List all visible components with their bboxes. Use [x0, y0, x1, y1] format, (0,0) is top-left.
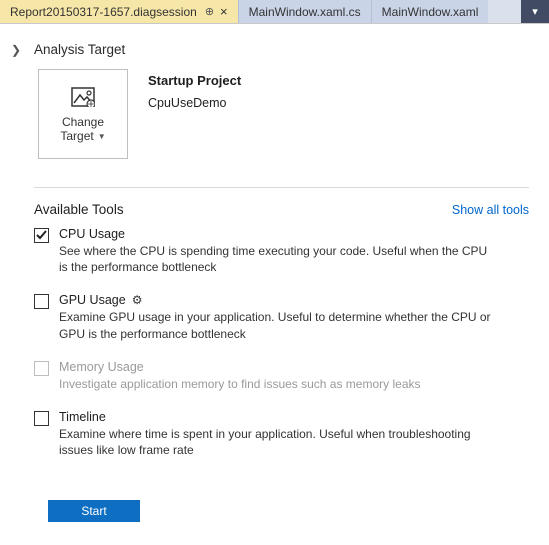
tool-desc: See where the CPU is spending time execu… [59, 243, 499, 275]
divider [34, 187, 529, 188]
tab-label: Report20150317-1657.diagsession [10, 5, 197, 19]
tool-row-memory-usage: Memory Usage Investigate application memo… [34, 360, 529, 392]
tool-desc: Investigate application memory to find i… [59, 376, 499, 392]
tab-diagsession[interactable]: Report20150317-1657.diagsession ⊕ × [0, 0, 238, 23]
section-title-available-tools: Available Tools [34, 202, 452, 217]
start-button[interactable]: Start [48, 500, 140, 522]
change-target-button[interactable]: Change Target ▼ [38, 69, 128, 159]
close-icon[interactable]: × [220, 4, 228, 19]
target-heading: Startup Project [148, 73, 241, 88]
tool-name: Timeline [59, 410, 106, 424]
tool-row-cpu-usage: CPU Usage See where the CPU is spending t… [34, 227, 529, 275]
tool-desc: Examine where time is spent in your appl… [59, 426, 499, 458]
pin-icon[interactable]: ⊕ [205, 5, 214, 18]
tool-checkbox-gpu-usage[interactable] [34, 294, 49, 309]
tool-desc: Examine GPU usage in your application. U… [59, 309, 499, 341]
tool-name: Memory Usage [59, 360, 144, 374]
tool-checkbox-memory-usage [34, 361, 49, 376]
target-picture-icon [71, 87, 95, 113]
tool-name: GPU Usage [59, 293, 126, 307]
target-project-name: CpuUseDemo [148, 96, 241, 110]
show-all-tools-link[interactable]: Show all tools [452, 203, 529, 217]
tool-name: CPU Usage [59, 227, 125, 241]
change-target-line1: Change [62, 115, 104, 129]
expand-icon[interactable]: ❯ [8, 43, 24, 57]
change-target-line2: Target [60, 129, 93, 143]
tool-row-gpu-usage: GPU Usage ⚙ Examine GPU usage in your appl… [34, 293, 529, 341]
tab-mainwindow-cs[interactable]: MainWindow.xaml.cs [238, 0, 371, 23]
tool-checkbox-timeline[interactable] [34, 411, 49, 426]
tab-label: MainWindow.xaml.cs [249, 5, 361, 19]
tools-list: CPU Usage See where the CPU is spending t… [8, 227, 529, 458]
chevron-down-icon: ▼ [98, 132, 106, 141]
tab-mainwindow-xaml[interactable]: MainWindow.xaml [371, 0, 489, 23]
tab-label: MainWindow.xaml [382, 5, 479, 19]
tool-checkbox-cpu-usage[interactable] [34, 228, 49, 243]
document-tabs: Report20150317-1657.diagsession ⊕ × Main… [0, 0, 549, 24]
gear-icon[interactable]: ⚙ [132, 293, 143, 307]
tab-overflow-button[interactable]: ▾ [521, 0, 549, 23]
tool-row-timeline: Timeline Examine where time is spent in y… [34, 410, 529, 458]
section-title-analysis-target: Analysis Target [34, 42, 125, 57]
